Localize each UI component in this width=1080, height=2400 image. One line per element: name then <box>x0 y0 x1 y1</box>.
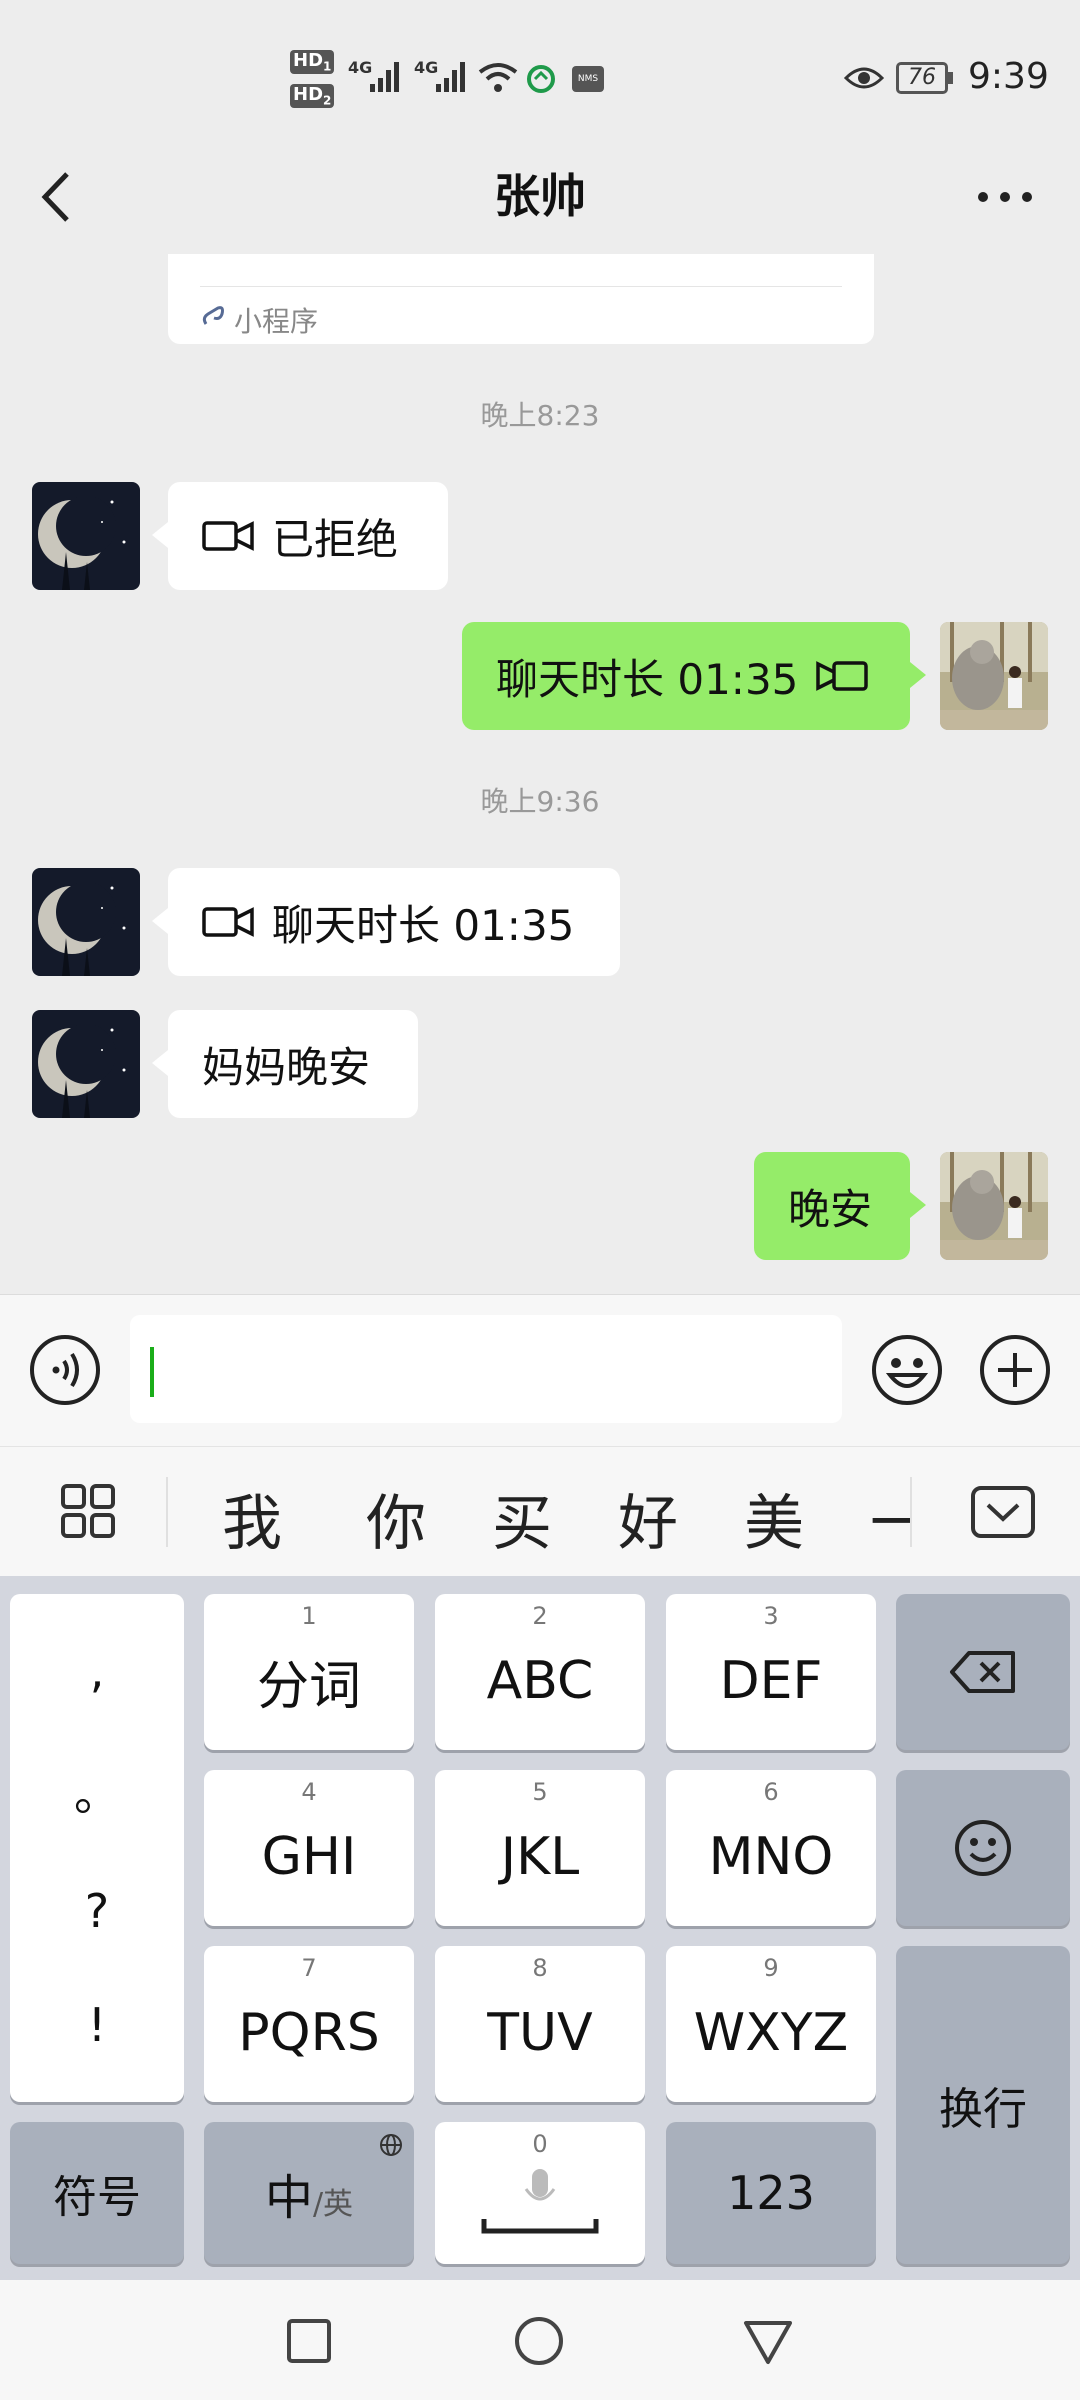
user-photo-avatar-image <box>940 1152 1048 1260</box>
recent-apps-icon[interactable] <box>286 2318 332 2364</box>
globe-icon <box>380 2134 402 2156</box>
key-4[interactable]: 4 GHI <box>204 1770 414 1926</box>
plus-icon[interactable] <box>978 1333 1052 1407</box>
candidate-word[interactable]: 你 <box>366 1475 426 1562</box>
user-photo-avatar-image <box>940 622 1048 730</box>
space-key[interactable]: 0 <box>435 2122 645 2264</box>
message-bubble-outgoing[interactable]: 晚安 <box>754 1152 910 1260</box>
battery-icon: 76 <box>896 62 948 94</box>
video-call-icon <box>202 521 254 551</box>
my-avatar[interactable] <box>940 1152 1048 1260</box>
text-caret <box>150 1347 154 1397</box>
key-2[interactable]: 2 ABC <box>435 1594 645 1750</box>
key-7[interactable]: 7 PQRS <box>204 1946 414 2102</box>
status-bar: HD1 HD2 4G 4G NMS 76 9:39 <box>0 0 1080 140</box>
punct-period[interactable]: 。 <box>74 1758 120 1824</box>
keyboard: , 。 ? ! 1 分词 2 ABC 3 DEF 4 GHI 5 JKL 6 M… <box>0 1576 1080 2280</box>
message-bubble-outgoing[interactable]: 聊天时长 01:35 <box>462 622 910 730</box>
key-9[interactable]: 9 WXYZ <box>666 1946 876 2102</box>
punctuation-key[interactable]: , 。 ? ! <box>10 1594 184 2102</box>
grid-icon[interactable] <box>60 1483 116 1539</box>
timestamp: 晚上8:23 <box>480 399 600 432</box>
timestamp: 晚上9:36 <box>480 785 600 818</box>
bubble-tail <box>152 1050 168 1076</box>
miniprogram-icon <box>202 306 224 325</box>
divider <box>910 1477 912 1547</box>
video-call-icon <box>202 907 254 937</box>
sync-icon <box>527 65 555 93</box>
smiley-icon <box>955 1820 1011 1876</box>
message-bubble-incoming[interactable]: 聊天时长 01:35 <box>168 868 620 976</box>
backspace-icon <box>950 1651 1015 1693</box>
contact-avatar[interactable] <box>32 868 140 976</box>
message-bubble-incoming[interactable]: 已拒绝 <box>168 482 448 590</box>
more-dots-icon <box>978 192 1032 202</box>
space-mic-icon <box>481 2169 599 2234</box>
eye-icon <box>844 67 884 89</box>
message-text: 妈妈晚安 <box>202 1042 371 1092</box>
page-title: 张帅 <box>494 169 586 223</box>
hd-indicator-2: HD2 <box>290 84 335 108</box>
enter-key[interactable]: 换行 <box>896 1946 1070 2264</box>
key-1[interactable]: 1 分词 <box>204 1594 414 1750</box>
bubble-tail <box>910 662 926 688</box>
miniprogram-label: 小程序 <box>234 305 319 338</box>
punct-comma[interactable]: , <box>90 1644 105 1698</box>
numbers-key[interactable]: 123 <box>666 2122 876 2264</box>
hd-indicator-1: HD1 <box>290 50 335 74</box>
language-switch-key[interactable]: 中/英 <box>204 2122 414 2264</box>
card-divider <box>200 286 842 287</box>
divider <box>166 1477 168 1547</box>
my-avatar[interactable] <box>940 622 1048 730</box>
punct-exclaim[interactable]: ! <box>88 1998 106 2052</box>
nfc-badge-icon: NMS <box>572 66 604 92</box>
candidate-word[interactable]: 美 <box>744 1475 804 1562</box>
moon-avatar-image <box>32 868 140 976</box>
candidate-word[interactable]: 好 <box>618 1475 678 1562</box>
input-bar <box>0 1294 1080 1446</box>
punct-question[interactable]: ? <box>85 1884 109 1938</box>
backspace-key[interactable] <box>896 1594 1070 1750</box>
moon-avatar-image <box>32 482 140 590</box>
emoji-key[interactable] <box>896 1770 1070 1926</box>
candidate-word[interactable]: 买 <box>492 1475 552 1562</box>
candidate-word[interactable]: 一 <box>870 1475 910 1562</box>
miniprogram-card[interactable]: 小程序 <box>168 254 874 344</box>
video-call-icon <box>816 661 869 691</box>
message-text: 晚安 <box>788 1184 873 1234</box>
message-text: 聊天时长 01:35 <box>272 900 575 950</box>
key-3[interactable]: 3 DEF <box>666 1594 876 1750</box>
symbols-key[interactable]: 符号 <box>10 2122 184 2264</box>
emoji-icon[interactable] <box>870 1333 944 1407</box>
bubble-tail <box>152 908 168 934</box>
candidate-bar: 我 你 买 好 美 一 <box>0 1446 1080 1576</box>
key-6[interactable]: 6 MNO <box>666 1770 876 1926</box>
keyboard-collapse-icon[interactable] <box>970 1485 1036 1539</box>
battery-tip <box>948 72 953 84</box>
voice-icon[interactable] <box>28 1333 102 1407</box>
message-text: 已拒绝 <box>272 514 399 564</box>
more-button[interactable] <box>950 140 1060 254</box>
signal-icon-1 <box>370 62 399 92</box>
key-8[interactable]: 8 TUV <box>435 1946 645 2102</box>
bubble-tail <box>152 522 168 548</box>
back-nav-icon[interactable] <box>742 2318 794 2366</box>
message-text: 聊天时长 01:35 <box>496 654 799 704</box>
message-input[interactable] <box>130 1315 842 1423</box>
contact-avatar[interactable] <box>32 482 140 590</box>
message-bubble-incoming[interactable]: 妈妈晚安 <box>168 1010 418 1118</box>
status-time: 9:39 <box>968 56 1049 97</box>
key-5[interactable]: 5 JKL <box>435 1770 645 1926</box>
moon-avatar-image <box>32 1010 140 1118</box>
home-icon[interactable] <box>514 2316 564 2366</box>
candidate-word[interactable]: 我 <box>222 1475 282 1562</box>
navigation-bar <box>0 2280 1080 2400</box>
bubble-tail <box>910 1192 926 1218</box>
signal-icon-2 <box>436 62 465 92</box>
wifi-icon <box>478 63 518 92</box>
message-list[interactable]: 小程序 晚上8:23 已拒绝 聊天时长 01:35 晚上9:36 聊天时长 01… <box>0 254 1080 1294</box>
contact-avatar[interactable] <box>32 1010 140 1118</box>
chat-header: 张帅 <box>0 140 1080 254</box>
